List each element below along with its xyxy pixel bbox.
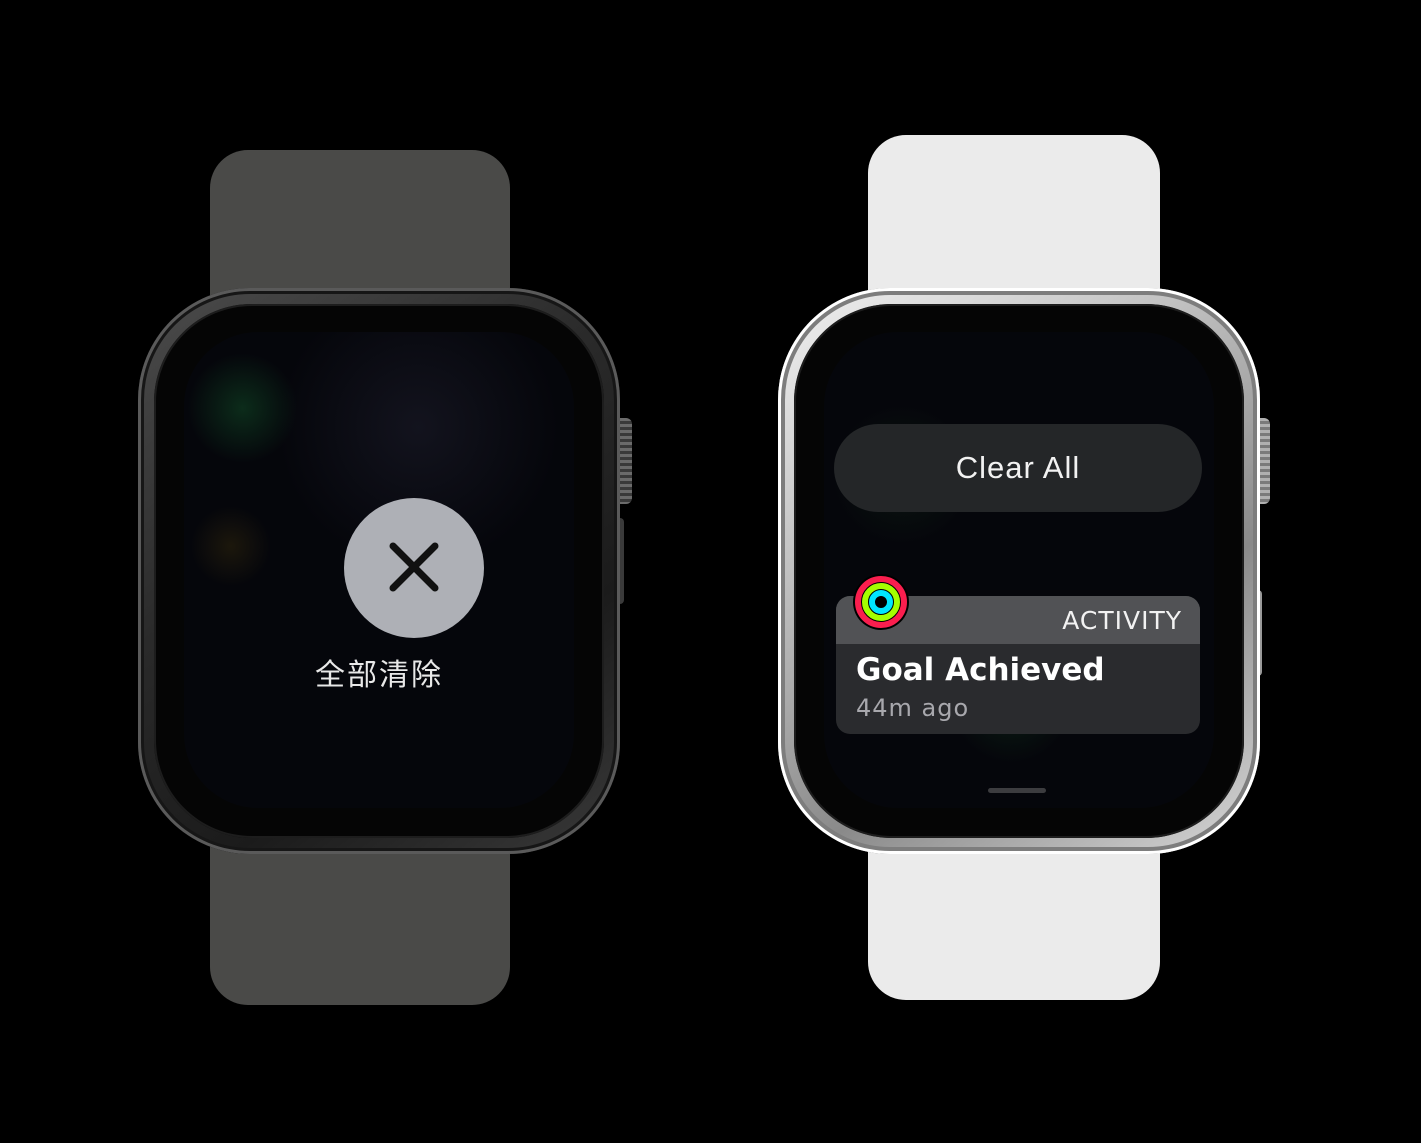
close-icon bbox=[384, 537, 444, 600]
watch-screen: Clear All ACTIVITY Goal Achieved 44m ago bbox=[824, 332, 1214, 808]
activity-rings-icon bbox=[852, 573, 910, 631]
notification-title: Goal Achieved bbox=[856, 652, 1105, 688]
notification-time: 44m ago bbox=[856, 694, 970, 722]
notification-app-name: ACTIVITY bbox=[1062, 606, 1182, 635]
clear-all-button[interactable]: Clear All bbox=[834, 424, 1202, 512]
clear-all-label: 全部清除 bbox=[315, 658, 443, 693]
left-watch: 全部清除 bbox=[120, 0, 640, 1143]
watch-bezel: Clear All ACTIVITY Goal Achieved 44m ago bbox=[794, 304, 1244, 838]
watch-screen: 全部清除 bbox=[184, 332, 574, 808]
watch-bezel: 全部清除 bbox=[154, 304, 604, 838]
watch-comparison: 全部清除 Clear All ACTIVITY Goal Achieved 44… bbox=[0, 0, 1421, 1143]
home-indicator bbox=[988, 788, 1046, 793]
watch-case: Clear All ACTIVITY Goal Achieved 44m ago bbox=[778, 288, 1260, 854]
clear-all-button[interactable] bbox=[344, 498, 484, 638]
watch-case: 全部清除 bbox=[138, 288, 620, 854]
right-watch: Clear All ACTIVITY Goal Achieved 44m ago bbox=[760, 0, 1280, 1143]
